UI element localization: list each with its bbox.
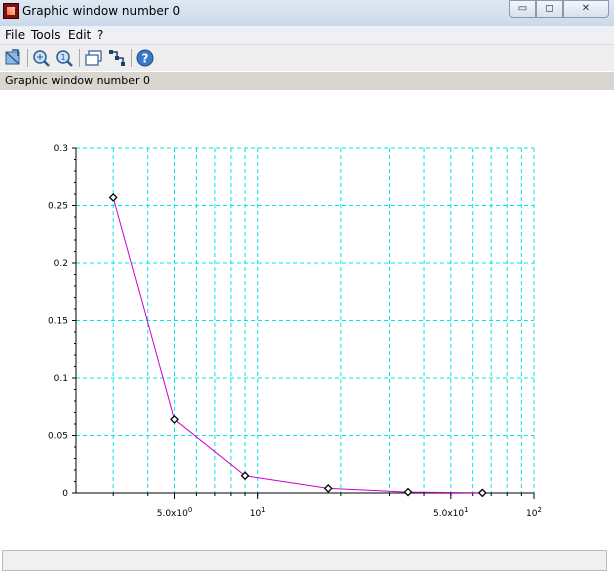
menu-edit[interactable]: Edit xyxy=(68,28,91,42)
data-point-marker xyxy=(108,193,118,202)
zoom-button[interactable] xyxy=(31,48,51,68)
x-tick-base: 5.0x10 xyxy=(157,509,188,519)
svg-text:?: ? xyxy=(142,52,149,66)
svg-text:1: 1 xyxy=(61,53,66,62)
maximize-button[interactable]: ◻ xyxy=(536,0,563,18)
menu-file[interactable]: File xyxy=(5,28,25,42)
help-button[interactable]: ? xyxy=(135,48,155,68)
line-chart: 00.050.10.150.20.250.35.0x100 101 5.0x101 1… xyxy=(48,144,542,519)
y-tick-label: 0 xyxy=(62,489,68,499)
data-point-marker xyxy=(403,487,413,497)
help-icon: ? xyxy=(136,49,154,67)
status-bar xyxy=(2,550,607,571)
x-tick-label: 5.0x100 xyxy=(157,506,193,519)
x-tick-exponent: 1 xyxy=(261,506,265,514)
rotate-icon xyxy=(5,49,20,65)
menu-bar: File Tools Edit ? xyxy=(0,26,614,45)
toolbar-separator xyxy=(27,49,28,67)
y-tick-label: 0.15 xyxy=(48,317,68,327)
y-tick-label: 0.25 xyxy=(48,202,68,212)
data-point-marker xyxy=(323,483,333,493)
x-tick-label: 5.0x101 xyxy=(433,506,469,519)
x-tick-base: 10 xyxy=(526,509,538,519)
figure-info-bar: Graphic window number 0 xyxy=(0,72,614,90)
x-tick-exponent: 1 xyxy=(464,506,468,514)
figure-info-text: Graphic window number 0 xyxy=(5,74,150,87)
series-line xyxy=(112,197,483,494)
plot-canvas[interactable]: 0 0.05 0.1 0.15 0.2 0.25 0.3 5.0x100 101 5.0x101 1… xyxy=(0,90,614,548)
title-bar: Graphic window number 0 ▭ ◻ ✕ xyxy=(0,0,614,26)
graphic-window: Graphic window number 0 ▭ ◻ ✕ File Tools… xyxy=(0,0,614,575)
y-tick-label: 0.1 xyxy=(54,374,68,384)
menu-help[interactable]: ? xyxy=(97,28,103,42)
x-tick-exponent: 0 xyxy=(188,506,192,514)
x-tick-exponent: 2 xyxy=(537,506,541,514)
x-tick-base: 10 xyxy=(250,509,262,519)
x-tick-label: 101 xyxy=(250,506,266,519)
y-tick-label: 0.3 xyxy=(54,144,68,154)
toolbar-separator xyxy=(79,49,80,67)
menu-tools[interactable]: Tools xyxy=(31,28,61,42)
y-tick-label: 0.05 xyxy=(48,432,68,442)
zoom-reset-icon: 1 xyxy=(56,50,73,67)
zoom-icon xyxy=(33,50,50,67)
new-window-button[interactable] xyxy=(84,48,104,68)
close-button[interactable]: ✕ xyxy=(563,0,609,18)
x-tick-base: 5.0x10 xyxy=(433,509,464,519)
y-tick-label: 0.2 xyxy=(54,259,68,269)
x-tick-label: 102 xyxy=(526,506,542,519)
toolbar: 1 ? xyxy=(0,45,614,71)
minimize-button[interactable]: ▭ xyxy=(509,0,536,18)
data-point-marker xyxy=(477,488,487,498)
toolbar-separator xyxy=(131,49,132,67)
new-window-icon xyxy=(85,50,102,66)
zoom-reset-button[interactable]: 1 xyxy=(54,48,74,68)
rotate-button[interactable] xyxy=(3,48,23,68)
window-title: Graphic window number 0 xyxy=(22,4,181,18)
scilab-app-icon xyxy=(3,3,19,19)
datatip-icon xyxy=(109,50,125,66)
datatip-button[interactable] xyxy=(107,48,127,68)
